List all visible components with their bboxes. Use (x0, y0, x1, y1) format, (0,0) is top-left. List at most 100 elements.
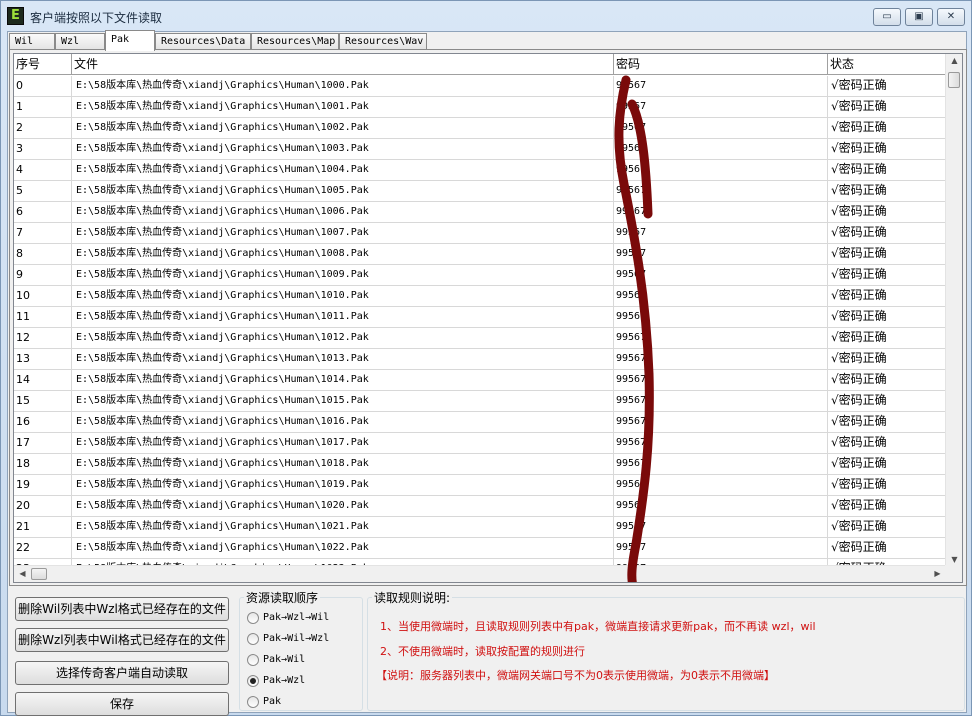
radio-button-icon[interactable] (247, 654, 259, 666)
row-status[interactable]: √密码正确 (828, 202, 954, 222)
row-file-path[interactable]: E:\58版本库\热血传奇\xiandj\Graphics\Human\1002… (72, 118, 614, 138)
table-row[interactable]: 14 E:\58版本库\热血传奇\xiandj\Graphics\Human\10… (14, 370, 954, 391)
scroll-down-icon[interactable]: ▼ (946, 555, 962, 564)
row-status[interactable]: √密码正确 (828, 328, 954, 348)
scroll-up-icon[interactable]: ▲ (946, 56, 962, 65)
row-status[interactable]: √密码正确 (828, 370, 954, 390)
table-row[interactable]: 0 E:\58版本库\热血传奇\xiandj\Graphics\Human\100… (14, 76, 954, 97)
header-index[interactable]: 序号 (14, 54, 72, 75)
tab-resources-data[interactable]: Resources\Data (155, 33, 251, 50)
row-status[interactable]: √密码正确 (828, 76, 954, 96)
table-row[interactable]: 15 E:\58版本库\热血传奇\xiandj\Graphics\Human\10… (14, 391, 954, 412)
row-password[interactable]: 99567 (614, 538, 828, 558)
row-index[interactable]: 1 (14, 97, 72, 117)
row-file-path[interactable]: E:\58版本库\热血传奇\xiandj\Graphics\Human\1000… (72, 76, 614, 96)
row-password[interactable]: 99567 (614, 265, 828, 285)
table-row[interactable]: 8 E:\58版本库\热血传奇\xiandj\Graphics\Human\100… (14, 244, 954, 265)
table-row[interactable]: 9 E:\58版本库\热血传奇\xiandj\Graphics\Human\100… (14, 265, 954, 286)
header-file[interactable]: 文件 (72, 54, 614, 75)
row-index[interactable]: 17 (14, 433, 72, 453)
maximize-button[interactable]: ▣ (905, 8, 933, 26)
table-row[interactable]: 21 E:\58版本库\热血传奇\xiandj\Graphics\Human\10… (14, 517, 954, 538)
row-status[interactable]: √密码正确 (828, 244, 954, 264)
row-index[interactable]: 0 (14, 76, 72, 96)
row-index[interactable]: 12 (14, 328, 72, 348)
row-status[interactable]: √密码正确 (828, 160, 954, 180)
row-password[interactable]: 99567 (614, 286, 828, 306)
row-password[interactable]: 99567 (614, 118, 828, 138)
row-password[interactable]: 99567 (614, 391, 828, 411)
row-file-path[interactable]: E:\58版本库\热血传奇\xiandj\Graphics\Human\1012… (72, 328, 614, 348)
row-status[interactable]: √密码正确 (828, 286, 954, 306)
row-file-path[interactable]: E:\58版本库\热血传奇\xiandj\Graphics\Human\1020… (72, 496, 614, 516)
tab-resources-wav[interactable]: Resources\Wav (339, 33, 427, 50)
row-password[interactable]: 99567 (614, 349, 828, 369)
row-password[interactable]: 99567 (614, 202, 828, 222)
row-file-path[interactable]: E:\58版本库\热血传奇\xiandj\Graphics\Human\1005… (72, 181, 614, 201)
row-file-path[interactable]: E:\58版本库\热血传奇\xiandj\Graphics\Human\1013… (72, 349, 614, 369)
table-row[interactable]: 10 E:\58版本库\热血传奇\xiandj\Graphics\Human\10… (14, 286, 954, 307)
title-bar[interactable]: E 客户端按照以下文件读取 ▭ ▣ ✕ (1, 1, 971, 31)
row-password[interactable]: 99567 (614, 307, 828, 327)
row-index[interactable]: 7 (14, 223, 72, 243)
radio-button-icon[interactable] (247, 612, 259, 624)
horizontal-scroll-thumb[interactable] (31, 568, 47, 580)
row-status[interactable]: √密码正确 (828, 454, 954, 474)
tab-wzl[interactable]: Wzl (55, 33, 105, 50)
row-status[interactable]: √密码正确 (828, 223, 954, 243)
row-index[interactable]: 13 (14, 349, 72, 369)
radio-button-icon[interactable] (247, 675, 259, 687)
scroll-right-icon[interactable]: ▶ (929, 569, 946, 578)
row-status[interactable]: √密码正确 (828, 475, 954, 495)
row-index[interactable]: 5 (14, 181, 72, 201)
row-index[interactable]: 11 (14, 307, 72, 327)
row-password[interactable]: 99567 (614, 97, 828, 117)
row-status[interactable]: √密码正确 (828, 496, 954, 516)
row-status[interactable]: √密码正确 (828, 265, 954, 285)
row-file-path[interactable]: E:\58版本库\热血传奇\xiandj\Graphics\Human\1017… (72, 433, 614, 453)
row-status[interactable]: √密码正确 (828, 139, 954, 159)
table-row[interactable]: 16 E:\58版本库\热血传奇\xiandj\Graphics\Human\10… (14, 412, 954, 433)
row-file-path[interactable]: E:\58版本库\热血传奇\xiandj\Graphics\Human\1008… (72, 244, 614, 264)
row-file-path[interactable]: E:\58版本库\热血传奇\xiandj\Graphics\Human\1021… (72, 517, 614, 537)
row-file-path[interactable]: E:\58版本库\热血传奇\xiandj\Graphics\Human\1019… (72, 475, 614, 495)
minimize-button[interactable]: ▭ (873, 8, 901, 26)
row-password[interactable]: 99567 (614, 328, 828, 348)
row-file-path[interactable]: E:\58版本库\热血传奇\xiandj\Graphics\Human\1009… (72, 265, 614, 285)
row-password[interactable]: 99567 (614, 181, 828, 201)
table-row[interactable]: 17 E:\58版本库\热血传奇\xiandj\Graphics\Human\10… (14, 433, 954, 454)
vertical-scroll-thumb[interactable] (948, 72, 960, 88)
table-row[interactable]: 3 E:\58版本库\热血传奇\xiandj\Graphics\Human\100… (14, 139, 954, 160)
file-list-grid[interactable]: 序号 文件 密码 状态 0 E:\58版本库\热血传奇\xiandj\Graphi… (13, 53, 963, 583)
row-file-path[interactable]: E:\58版本库\热血传奇\xiandj\Graphics\Human\1010… (72, 286, 614, 306)
table-row[interactable]: 1 E:\58版本库\热血传奇\xiandj\Graphics\Human\100… (14, 97, 954, 118)
row-password[interactable]: 99567 (614, 517, 828, 537)
row-password[interactable]: 99567 (614, 76, 828, 96)
save-button[interactable]: 保存 (15, 692, 229, 716)
row-password[interactable]: 99567 (614, 412, 828, 432)
row-status[interactable]: √密码正确 (828, 538, 954, 558)
row-file-path[interactable]: E:\58版本库\热血传奇\xiandj\Graphics\Human\1014… (72, 370, 614, 390)
table-row[interactable]: 22 E:\58版本库\热血传奇\xiandj\Graphics\Human\10… (14, 538, 954, 559)
row-index[interactable]: 10 (14, 286, 72, 306)
row-file-path[interactable]: E:\58版本库\热血传奇\xiandj\Graphics\Human\1004… (72, 160, 614, 180)
table-row[interactable]: 11 E:\58版本库\热血传奇\xiandj\Graphics\Human\10… (14, 307, 954, 328)
row-index[interactable]: 18 (14, 454, 72, 474)
row-file-path[interactable]: E:\58版本库\热血传奇\xiandj\Graphics\Human\1001… (72, 97, 614, 117)
vertical-scrollbar[interactable]: ▲ ▼ (945, 54, 962, 566)
tab-resources-map[interactable]: Resources\Map (251, 33, 339, 50)
table-row[interactable]: 7 E:\58版本库\热血传奇\xiandj\Graphics\Human\100… (14, 223, 954, 244)
horizontal-scrollbar[interactable]: ◀ ▶ (14, 565, 946, 582)
row-password[interactable]: 99567 (614, 370, 828, 390)
table-row[interactable]: 6 E:\58版本库\热血传奇\xiandj\Graphics\Human\100… (14, 202, 954, 223)
header-status[interactable]: 状态 (828, 54, 954, 75)
tab-pak[interactable]: Pak (105, 30, 155, 51)
row-status[interactable]: √密码正确 (828, 517, 954, 537)
header-password[interactable]: 密码 (614, 54, 828, 75)
row-file-path[interactable]: E:\58版本库\热血传奇\xiandj\Graphics\Human\1018… (72, 454, 614, 474)
row-file-path[interactable]: E:\58版本库\热血传奇\xiandj\Graphics\Human\1011… (72, 307, 614, 327)
row-file-path[interactable]: E:\58版本库\热血传奇\xiandj\Graphics\Human\1016… (72, 412, 614, 432)
row-password[interactable]: 99567 (614, 160, 828, 180)
row-index[interactable]: 4 (14, 160, 72, 180)
row-status[interactable]: √密码正确 (828, 391, 954, 411)
